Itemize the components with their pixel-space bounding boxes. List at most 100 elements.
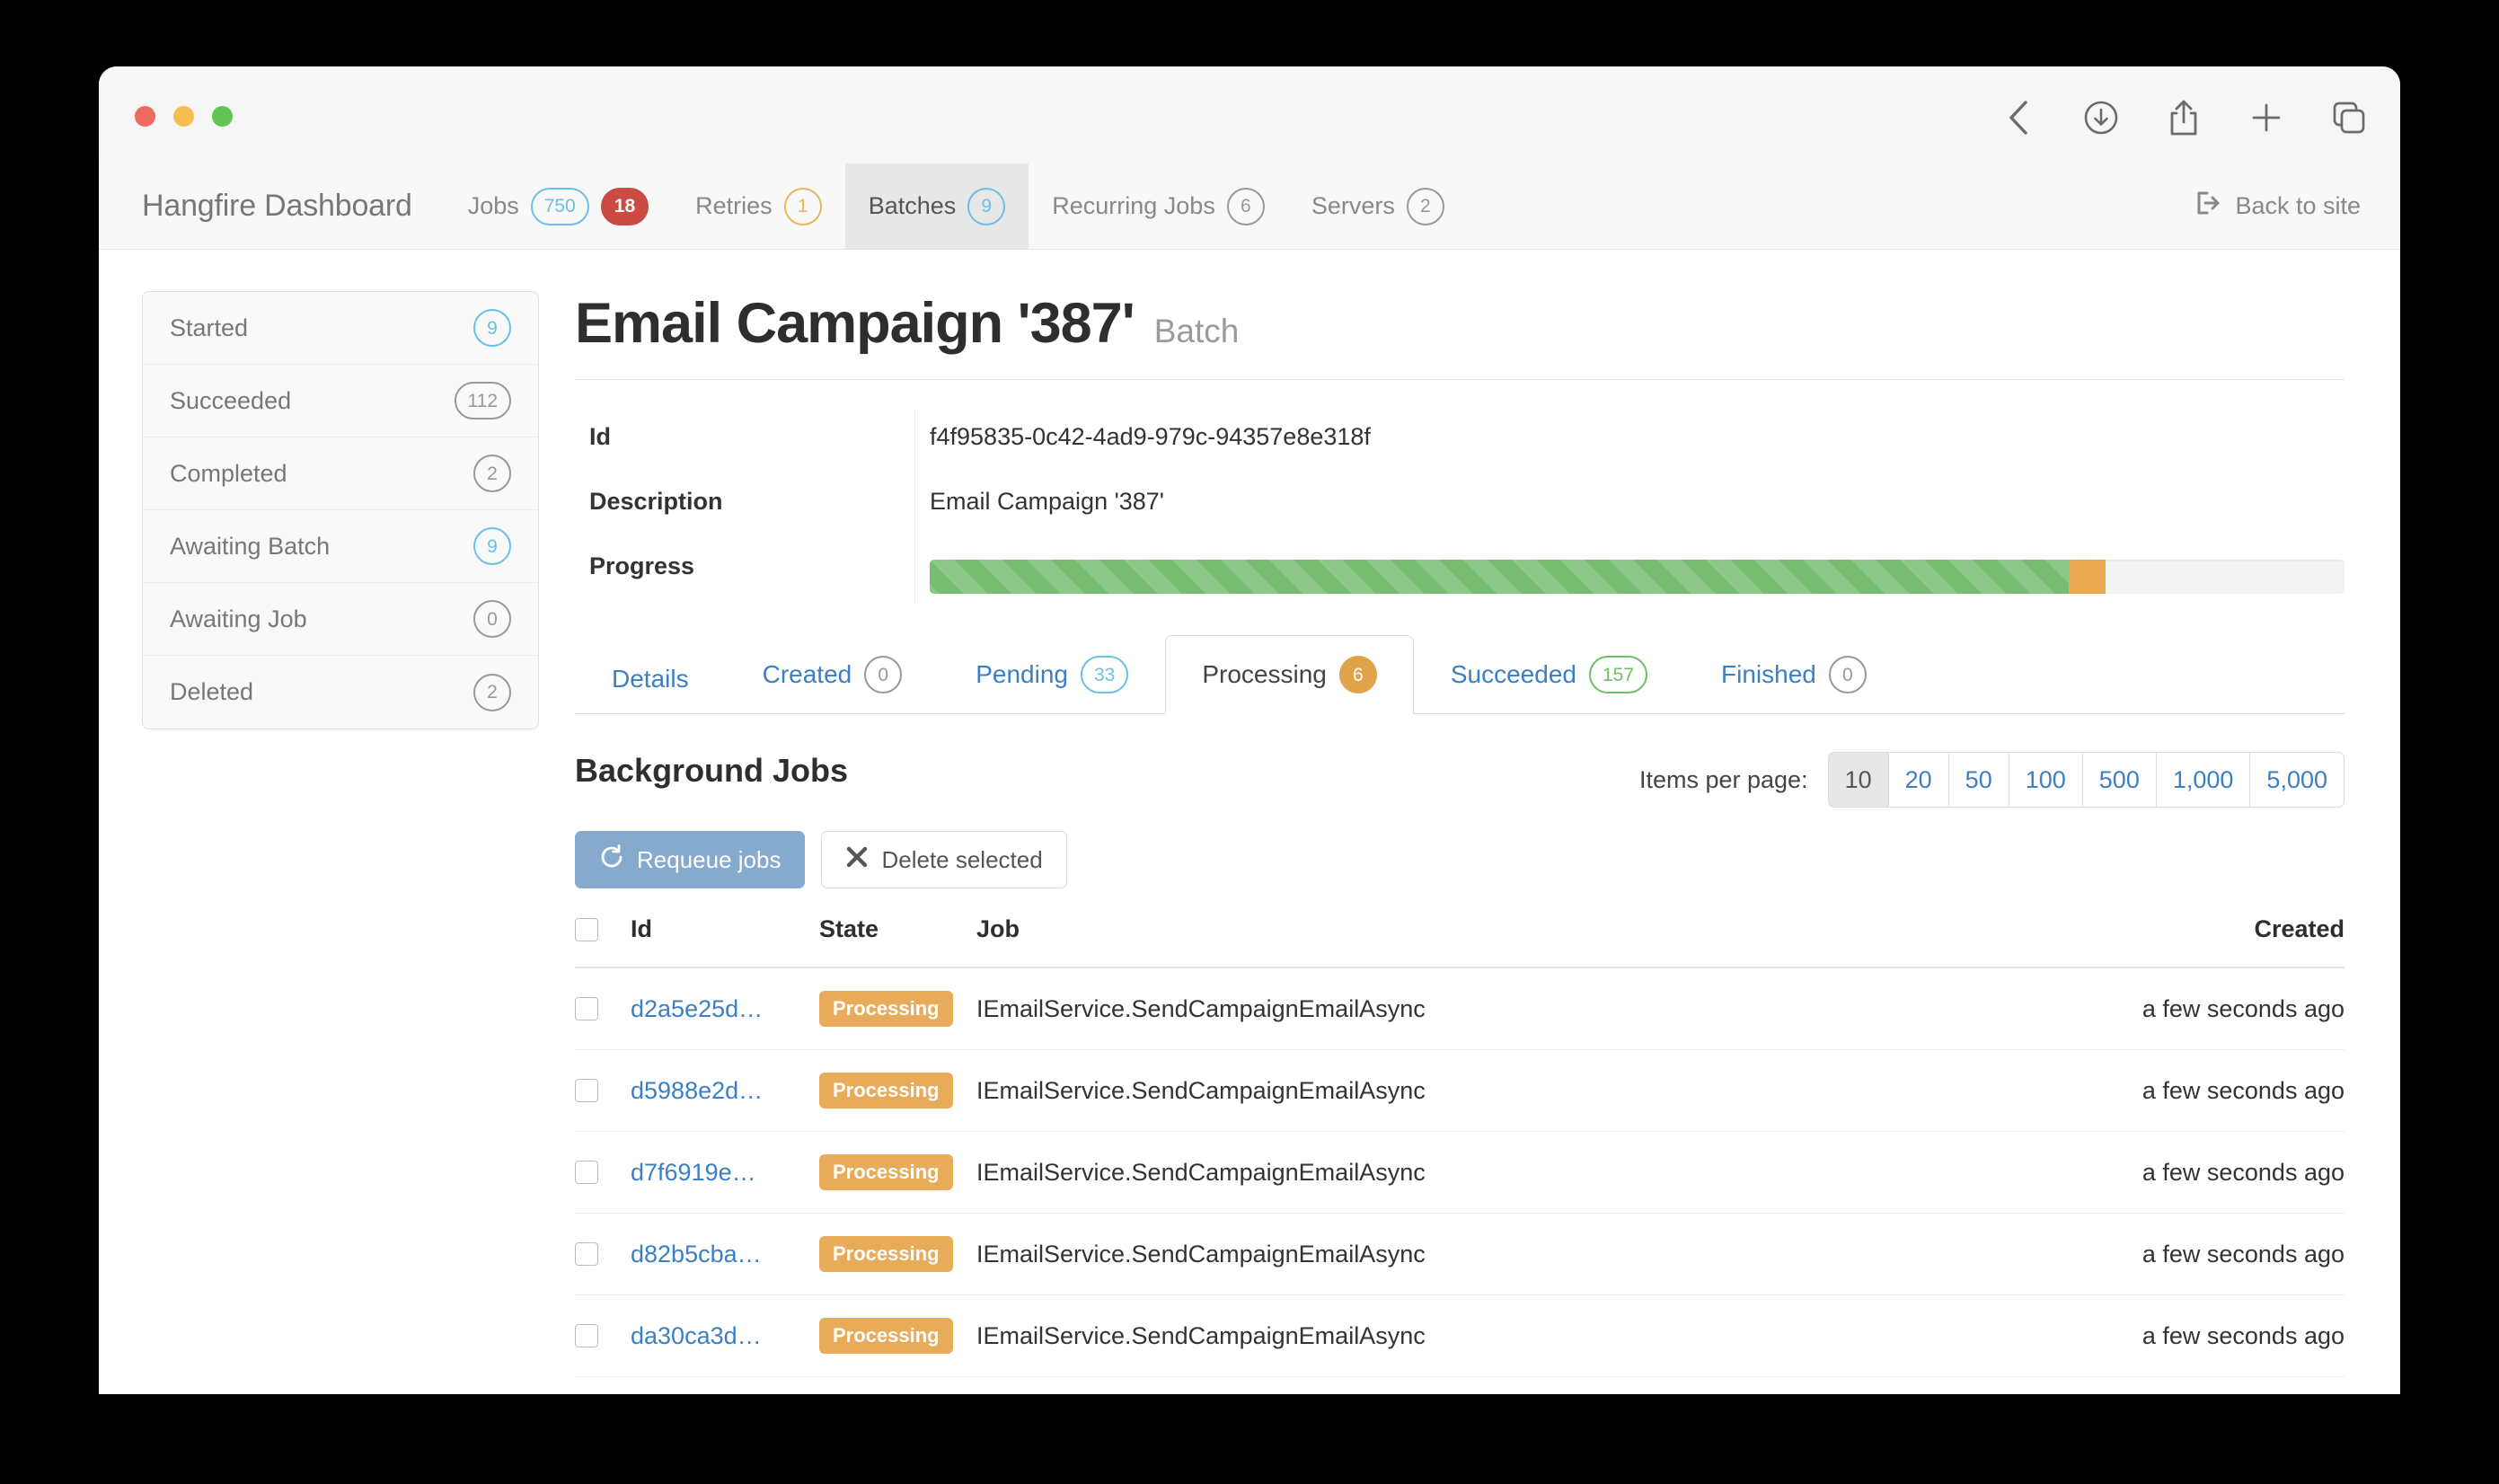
sidebar-item-completed[interactable]: Completed 2	[143, 437, 538, 510]
job-id-link[interactable]: d2a5e25d…	[631, 995, 763, 1022]
page-size-100[interactable]: 100	[2009, 752, 2083, 808]
select-all-checkbox[interactable]	[575, 917, 598, 941]
table-header-row: Id State Job Created	[575, 915, 2344, 968]
page-size-500[interactable]: 500	[2082, 752, 2157, 808]
tab-label: Finished	[1721, 660, 1816, 688]
job-id-link[interactable]: d5988e2d…	[631, 1077, 763, 1104]
row-created-cell: a few seconds ago	[1919, 1376, 2344, 1394]
nav-item-label: Jobs	[467, 192, 519, 219]
row-id-cell: d82b5cba…	[631, 1213, 819, 1295]
nav-badge-retries: 1	[783, 187, 822, 225]
row-checkbox[interactable]	[575, 1079, 598, 1102]
back-to-site-label: Back to site	[2235, 192, 2361, 219]
tab-label: Succeeded	[1450, 660, 1576, 688]
nav-item-batches[interactable]: Batches 9	[844, 163, 1029, 249]
row-checkbox[interactable]	[575, 1161, 598, 1184]
download-circle-icon[interactable]	[2082, 99, 2120, 137]
sidebar-item-label: Succeeded	[170, 386, 292, 414]
sidebar-item-count: 2	[473, 673, 511, 711]
logout-icon	[2194, 189, 2222, 224]
row-id-cell: d5988e2d…	[631, 1049, 819, 1132]
minimize-window-button[interactable]	[173, 106, 194, 127]
row-state-cell: Processing	[819, 1294, 976, 1377]
brand-title[interactable]: Hangfire Dashboard	[142, 163, 445, 249]
detail-label: Progress	[589, 552, 695, 579]
nav-item-recurring-jobs[interactable]: Recurring Jobs 6	[1029, 163, 1288, 249]
column-header-created: Created	[1919, 915, 2344, 968]
sidebar-item-label: Awaiting Batch	[170, 532, 331, 560]
x-mark-icon	[845, 845, 869, 875]
row-job-cell: IEmailService.SendCampaignEmailAsync	[976, 1131, 1920, 1214]
share-icon[interactable]	[2165, 99, 2203, 137]
sidebar-item-deleted[interactable]: Deleted 2	[143, 656, 538, 729]
progress-bar	[930, 560, 2344, 594]
tab-badge: 157	[1588, 656, 1648, 693]
table-row: d5988e2d… Processing IEmailService.SendC…	[575, 1049, 2344, 1132]
refresh-icon	[599, 844, 624, 876]
row-select-cell	[575, 1131, 631, 1214]
table-row: d82b5cba… Processing IEmailService.SendC…	[575, 1213, 2344, 1295]
nav-item-jobs[interactable]: Jobs 750 18	[445, 163, 672, 249]
table-row: d2a5e25d… Processing IEmailService.SendC…	[575, 967, 2344, 1050]
nav-item-retries[interactable]: Retries 1	[672, 163, 845, 249]
tab-badge: 0	[1828, 656, 1867, 693]
tab-label: Details	[612, 665, 689, 693]
page-size-20[interactable]: 20	[1888, 752, 1949, 808]
nav-item-label: Batches	[868, 192, 957, 219]
row-state-cell: Processing	[819, 967, 976, 1050]
back-to-site-link[interactable]: Back to site	[2194, 163, 2361, 249]
row-job-cell: IEmailService.SendCampaignEmailAsync	[976, 1213, 1920, 1295]
row-id-cell: da36b64c…	[631, 1376, 819, 1394]
page-size-5000[interactable]: 5,000	[2250, 752, 2344, 808]
sidebar-item-label: Awaiting Job	[170, 605, 307, 632]
sidebar-item-awaiting-job[interactable]: Awaiting Job 0	[143, 583, 538, 656]
row-checkbox[interactable]	[575, 1242, 598, 1266]
jobs-header: Background Jobs Items per page: 10 20 50…	[575, 752, 2344, 808]
row-state-cell: Processing	[819, 1376, 976, 1394]
sidebar-item-started[interactable]: Started 9	[143, 292, 538, 365]
detail-row-id: Id f4f95835-0c42-4ad9-979c-94357e8e318f	[575, 411, 2344, 475]
table-row: d7f6919e… Processing IEmailService.SendC…	[575, 1131, 2344, 1214]
sidebar-item-count: 0	[473, 600, 511, 638]
browser-chrome	[99, 66, 2400, 163]
row-created-cell: a few seconds ago	[1919, 1294, 2344, 1377]
detail-value-progress	[914, 540, 2344, 605]
back-chevron-icon[interactable]	[2000, 99, 2037, 137]
requeue-jobs-button[interactable]: Requeue jobs	[575, 831, 806, 888]
jobs-heading: Background Jobs	[575, 752, 849, 789]
page-size-10[interactable]: 10	[1827, 752, 1889, 808]
tab-label: Processing	[1202, 660, 1327, 688]
tab-processing[interactable]: Processing 6	[1165, 635, 1414, 714]
nav-item-servers[interactable]: Servers 2	[1288, 163, 1468, 249]
tabs-icon[interactable]	[2330, 99, 2368, 137]
page-size-1000[interactable]: 1,000	[2156, 752, 2251, 808]
row-checkbox[interactable]	[575, 997, 598, 1020]
nav-badge-batches: 9	[967, 187, 1006, 225]
jobs-actions: Requeue jobs Delete selected	[575, 831, 2344, 888]
delete-selected-button[interactable]: Delete selected	[821, 831, 1067, 888]
sidebar-item-succeeded[interactable]: Succeeded 112	[143, 365, 538, 437]
tab-pending[interactable]: Pending 33	[939, 635, 1165, 714]
tab-details[interactable]: Details	[575, 644, 726, 714]
row-checkbox[interactable]	[575, 1324, 598, 1347]
job-id-link[interactable]: d7f6919e…	[631, 1159, 756, 1186]
plus-icon[interactable]	[2247, 99, 2285, 137]
sidebar-item-count: 112	[454, 382, 511, 420]
nav-item-label: Servers	[1311, 192, 1395, 219]
close-window-button[interactable]	[135, 106, 155, 127]
row-created-cell: a few seconds ago	[1919, 1131, 2344, 1214]
sidebar-item-awaiting-batch[interactable]: Awaiting Batch 9	[143, 510, 538, 583]
zoom-window-button[interactable]	[212, 106, 233, 127]
sidebar-item-label: Deleted	[170, 678, 254, 705]
row-created-cell: a few seconds ago	[1919, 967, 2344, 1050]
page-size-50[interactable]: 50	[1948, 752, 2009, 808]
job-id-link[interactable]: da30ca3d…	[631, 1322, 762, 1349]
row-created-cell: a few seconds ago	[1919, 1213, 2344, 1295]
traffic-lights	[135, 106, 233, 127]
tab-created[interactable]: Created 0	[726, 635, 940, 714]
tab-succeeded[interactable]: Succeeded 157	[1414, 635, 1684, 714]
detail-row-progress: Progress	[575, 540, 2344, 605]
column-header-job: Job	[976, 915, 1920, 968]
tab-finished[interactable]: Finished 0	[1684, 635, 1903, 714]
job-id-link[interactable]: d82b5cba…	[631, 1241, 762, 1268]
